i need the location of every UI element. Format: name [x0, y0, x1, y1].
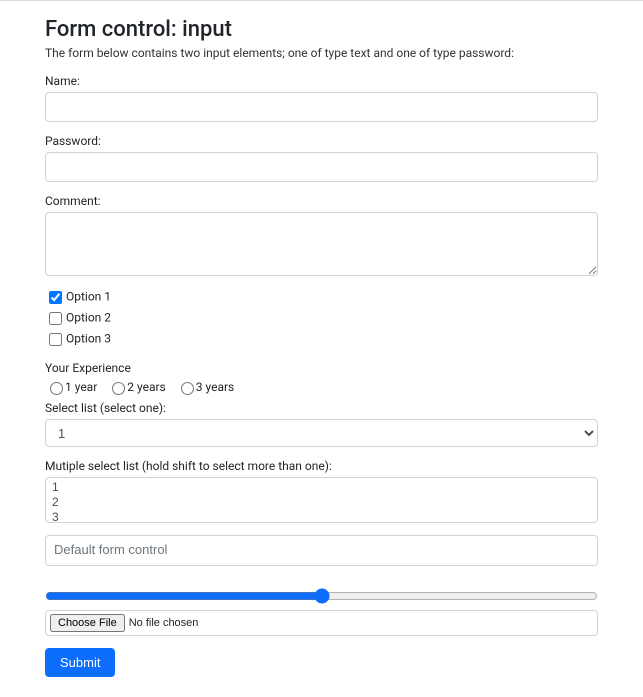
password-input[interactable] [45, 152, 598, 182]
multi-option[interactable]: 3 [50, 510, 593, 523]
checkbox-group: Option 1 Option 2 Option 3 [45, 288, 598, 349]
radio-option-2: 2 years [107, 380, 165, 394]
password-label: Password: [45, 134, 598, 148]
checkbox-label-1: Option 1 [66, 290, 111, 304]
multi-option[interactable]: 2 [50, 495, 593, 510]
radio-option-3: 3 years [176, 380, 234, 394]
name-input[interactable] [45, 92, 598, 122]
experience-label: Your Experience [45, 361, 598, 375]
checkbox-2[interactable] [49, 312, 62, 325]
radio-3[interactable] [181, 382, 194, 395]
page-title: Form control: input [45, 17, 598, 42]
checkbox-label-3: Option 3 [66, 332, 111, 346]
range-slider[interactable] [45, 588, 598, 604]
select-label: Select list (select one): [45, 401, 598, 415]
checkbox-option-3: Option 3 [45, 330, 598, 349]
file-input[interactable] [50, 614, 259, 632]
radio-1[interactable] [50, 382, 63, 395]
multiple-label: Mutiple select list (hold shift to selec… [45, 459, 598, 473]
default-input[interactable] [45, 535, 598, 565]
checkbox-option-2: Option 2 [45, 309, 598, 328]
checkbox-3[interactable] [49, 333, 62, 346]
checkbox-1[interactable] [49, 291, 62, 304]
page-subtitle: The form below contains two input elemen… [45, 46, 598, 60]
radio-option-1: 1 year [45, 380, 97, 394]
radio-group: 1 year 2 years 3 years [45, 379, 598, 395]
checkbox-option-1: Option 1 [45, 288, 598, 307]
select-multiple[interactable]: 1234 [45, 477, 598, 523]
multi-option[interactable]: 1 [50, 480, 593, 495]
file-input-wrap[interactable] [45, 610, 598, 636]
checkbox-label-2: Option 2 [66, 311, 111, 325]
radio-2[interactable] [112, 382, 125, 395]
comment-textarea[interactable] [45, 212, 598, 276]
name-label: Name: [45, 74, 598, 88]
comment-label: Comment: [45, 194, 598, 208]
submit-button[interactable]: Submit [45, 648, 115, 677]
select-one[interactable]: 1 [45, 419, 598, 447]
